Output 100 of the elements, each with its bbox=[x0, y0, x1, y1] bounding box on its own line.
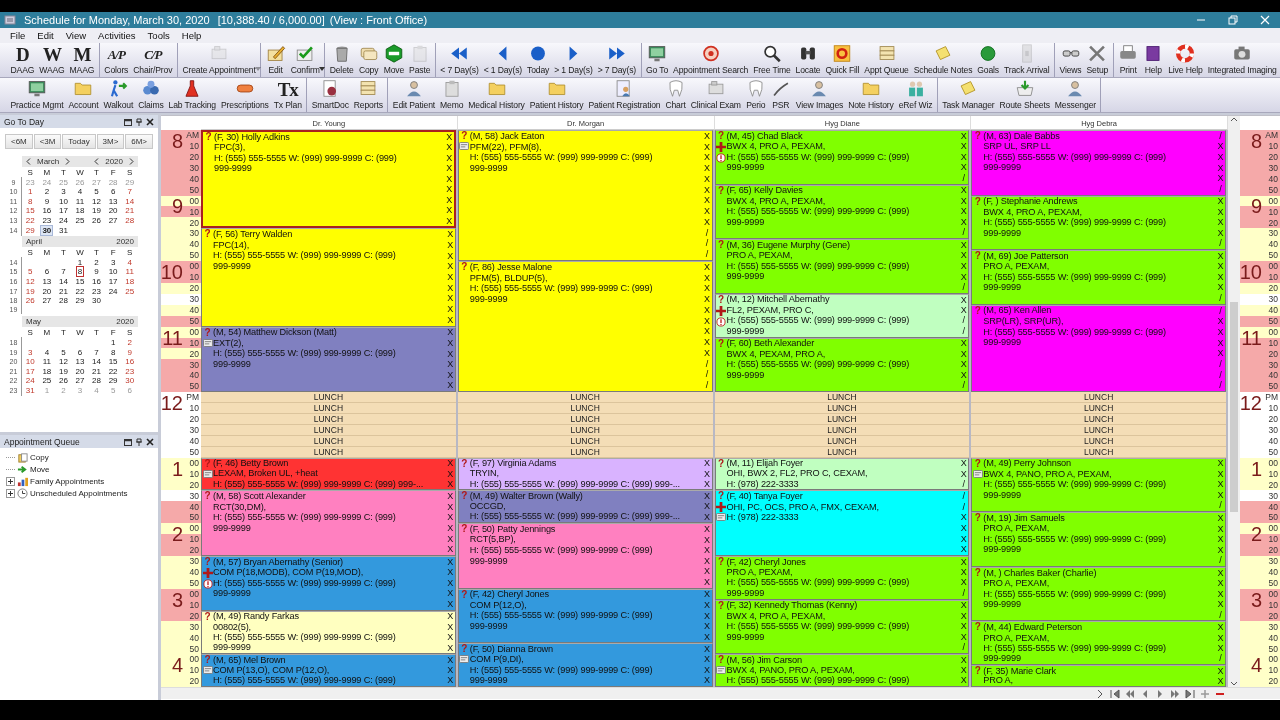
calendar-day[interactable]: 14 bbox=[90, 356, 103, 368]
nav-button[interactable]: <3M bbox=[33, 134, 62, 149]
calendar-day[interactable]: 18 bbox=[73, 205, 87, 217]
menu-item[interactable]: Edit bbox=[37, 30, 54, 41]
appointment-card[interactable]: ? (F, 42) Cheryl Jones PRO A, PEXAM, H: (555) 555-5555 W: (999) 999-9999 C: (999) 999-9999 X X X / bbox=[714, 555, 970, 600]
calendar-day[interactable]: 21 bbox=[56, 285, 70, 297]
toolbar-button[interactable]: Quick Fill bbox=[823, 43, 862, 77]
calendar-day[interactable]: 8 bbox=[26, 195, 35, 207]
calendar-day[interactable]: 22 bbox=[73, 285, 87, 297]
appointment-card[interactable]: ? (F, 46) Betty Brown LEXAM, Broken UL, +heat H: (555) 555-5555 W: (999) 999-9999 C: (999) 999-... X X X bbox=[201, 457, 456, 491]
calendar-day[interactable]: 10 bbox=[106, 266, 120, 278]
scroll-down-icon[interactable] bbox=[1230, 681, 1238, 687]
calendar-day[interactable]: 2 bbox=[125, 336, 134, 348]
calendar-day[interactable]: 6 bbox=[75, 346, 85, 358]
pin-icon[interactable] bbox=[135, 437, 143, 446]
toolbar-button[interactable]: C/P Chair/Prov bbox=[130, 43, 175, 77]
calendar-day[interactable]: 24 bbox=[23, 375, 37, 387]
appointment-card[interactable]: ? (F, 35) Marie Clark PRO A, X X bbox=[971, 665, 1226, 687]
toolbar-button[interactable]: Memo bbox=[437, 78, 466, 112]
menu-item[interactable]: Tools bbox=[147, 30, 170, 41]
toolbar-button[interactable]: Reports bbox=[351, 78, 386, 112]
queue-item[interactable]: Unscheduled Appointments bbox=[30, 488, 128, 498]
appointment-card[interactable]: ? (F, 97) Virginia Adams TRYIN, H: (555) 555-5555 W: (999) 999-9999 C: (999) 999-... X X X bbox=[457, 457, 713, 491]
calendar-day[interactable]: 6 bbox=[108, 186, 118, 198]
calendar-day[interactable]: 25 bbox=[123, 285, 137, 297]
calendar-day[interactable]: 31 bbox=[56, 224, 70, 236]
toolbar-button[interactable]: Patient History bbox=[527, 78, 586, 112]
toolbar-button[interactable]: > 1 Day(s) bbox=[551, 43, 596, 77]
toolbar-button[interactable]: Walkout bbox=[101, 78, 136, 112]
toolbar-button[interactable]: Appointment Search bbox=[670, 43, 751, 77]
calendar-day[interactable]: 7 bbox=[92, 346, 101, 358]
calendar-day[interactable]: 22 bbox=[106, 365, 120, 377]
calendar-day[interactable]: 9 bbox=[42, 195, 52, 207]
calendar-day[interactable]: 3 bbox=[26, 346, 35, 358]
calendar-day[interactable]: 21 bbox=[90, 365, 103, 377]
toolbar-button[interactable]: Prescriptions bbox=[218, 78, 272, 112]
toolbar-button[interactable]: Setup bbox=[1084, 43, 1111, 77]
calendar-day[interactable]: 16 bbox=[90, 275, 103, 287]
calendar-day[interactable]: 26 bbox=[90, 214, 103, 226]
last-icon[interactable] bbox=[1185, 688, 1195, 699]
calendar-day[interactable]: 27 bbox=[73, 375, 87, 387]
toolbar-button[interactable]: PSR bbox=[768, 78, 794, 112]
toolbar-button[interactable]: M MAAG bbox=[67, 43, 97, 77]
toolbar-button[interactable]: Schedule Notes bbox=[911, 43, 975, 77]
calendar-day[interactable]: 16 bbox=[40, 205, 54, 217]
toolbar-button[interactable]: Print bbox=[1115, 43, 1141, 77]
calendar-day[interactable]: 12 bbox=[56, 356, 70, 368]
toolbar-button[interactable]: < 7 Day(s) bbox=[437, 43, 482, 77]
scroll-up-icon[interactable] bbox=[1230, 116, 1238, 122]
appointment-card[interactable]: ? (F, 60) Beth Alexander BWX 4, PEXAM, PRO A, H: (555) 555-5555 W: (999) 999-9999 C: (999) 999-9999 X X X X / bbox=[714, 337, 970, 393]
toolbar-button[interactable]: SmartDoc bbox=[309, 78, 352, 112]
calendar-day[interactable]: 8 bbox=[75, 266, 85, 278]
toolbar-button[interactable]: Note History bbox=[845, 78, 897, 112]
toolbar-button[interactable]: Live Help bbox=[1165, 43, 1206, 77]
toolbar-button[interactable]: Clinical Exam bbox=[688, 78, 744, 112]
calendar-day[interactable]: 22 bbox=[23, 214, 37, 226]
calendar-day[interactable]: 26 bbox=[56, 375, 70, 387]
toolbar-button[interactable]: Move bbox=[381, 43, 407, 77]
calendar-day[interactable]: 24 bbox=[106, 285, 120, 297]
calendar-day[interactable]: 20 bbox=[106, 205, 120, 217]
calendar-day[interactable]: 6 bbox=[42, 266, 52, 278]
calendar-day[interactable]: 8 bbox=[108, 346, 118, 358]
calendar-day[interactable]: 29 bbox=[106, 375, 120, 387]
calendar-day[interactable]: 7 bbox=[125, 186, 134, 198]
menu-item[interactable]: Help bbox=[181, 30, 202, 41]
appointment-card[interactable]: ? (M, 65) Ken Allen SRP(LR), SRP(UR), H: (555) 555-5555 W: (999) 999-9999 C: (999) 999-9999 / X X X X / / / bbox=[971, 304, 1226, 393]
menu-item[interactable]: View bbox=[65, 30, 87, 41]
calendar-day[interactable]: 19 bbox=[56, 365, 70, 377]
calendar-day[interactable]: 5 bbox=[26, 266, 35, 278]
calendar-day[interactable]: 2 bbox=[42, 186, 52, 198]
calendar-day[interactable]: 5 bbox=[92, 186, 101, 198]
toolbar-button[interactable]: Appt Queue bbox=[861, 43, 912, 77]
calendar-day[interactable]: 1 bbox=[75, 256, 85, 268]
calendar-day[interactable]: 11 bbox=[40, 356, 53, 368]
calendar-day[interactable]: 15 bbox=[73, 275, 87, 287]
calendar-day[interactable]: 25 bbox=[73, 214, 87, 226]
calendar-day[interactable]: 11 bbox=[73, 195, 87, 207]
toolbar-button[interactable]: < 1 Day(s) bbox=[481, 43, 525, 77]
calendar-day[interactable]: 14 bbox=[56, 275, 70, 287]
close-icon[interactable] bbox=[146, 437, 154, 446]
calendar-day[interactable]: 24 bbox=[56, 214, 70, 226]
toolbar-button[interactable]: Practice Mgmt bbox=[8, 78, 66, 112]
calendar-day[interactable]: 25 bbox=[40, 375, 54, 387]
calendar-day[interactable]: 13 bbox=[73, 356, 87, 368]
appointment-card[interactable]: ? (M, 49) Randy Farkas 00802(5), H: (555) 555-5555 W: (999) 999-9999 C: (999) 999-9999 X X X X bbox=[201, 610, 456, 655]
calendar-day[interactable]: 19 bbox=[23, 285, 37, 297]
close-icon[interactable] bbox=[146, 117, 154, 126]
nav-button[interactable]: <6M bbox=[5, 134, 33, 149]
restore-icon[interactable] bbox=[124, 117, 132, 126]
scrollbar-thumb[interactable] bbox=[1230, 302, 1238, 512]
appointment-card[interactable]: ? (M, 49) Perry Johnson BWX 4, PANO, PRO A, PEXAM, H: (555) 555-5555 W: (999) 999-9999 C: (999) 999-9999 X X X X / bbox=[971, 457, 1226, 513]
calendar-day[interactable]: 4 bbox=[42, 346, 52, 358]
right-icon[interactable] bbox=[1155, 688, 1165, 699]
toolbar-button[interactable]: Integrated Imaging bbox=[1205, 43, 1280, 77]
calendar-day[interactable]: 15 bbox=[106, 356, 120, 368]
toolbar-button[interactable]: Medical History bbox=[465, 78, 528, 112]
toolbar-button[interactable]: > 7 Day(s) bbox=[595, 43, 639, 77]
appointment-card[interactable]: ? (M, 11) Elijah Foyer OHI, BWX 2, FL2, PRO C, CEXAM, H: (978) 222-3333 X X / bbox=[714, 457, 970, 491]
calendar-day[interactable]: 1 bbox=[108, 336, 118, 348]
toolbar-button[interactable]: Delete bbox=[327, 43, 357, 77]
